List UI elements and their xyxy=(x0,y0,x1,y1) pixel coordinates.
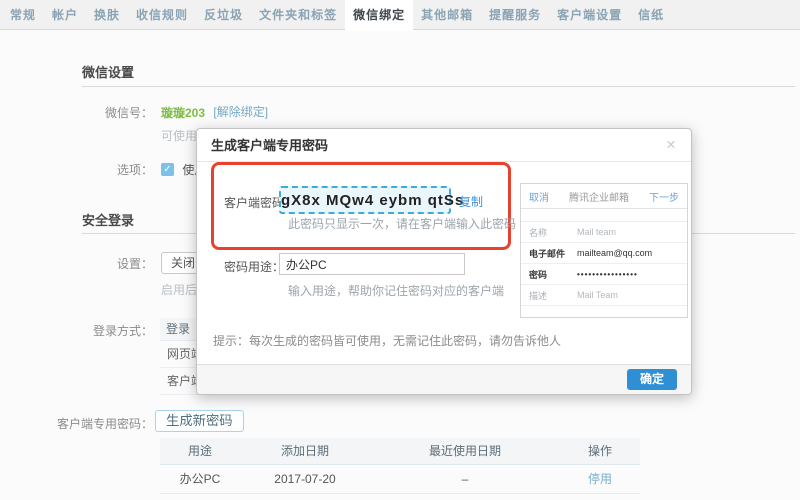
col-action: 操作 xyxy=(560,438,640,464)
tab-stationery[interactable]: 信纸 xyxy=(630,0,672,31)
tab-other-mailbox[interactable]: 其他邮箱 xyxy=(413,0,481,31)
options-label: 选项： xyxy=(0,161,153,178)
generate-password-button[interactable]: 生成新密码 xyxy=(155,410,244,432)
cell-purpose: 办公PC xyxy=(160,464,240,493)
close-icon[interactable]: × xyxy=(662,136,680,154)
tab-antispam[interactable]: 反垃圾 xyxy=(196,0,251,31)
dialog-footer: 确定 xyxy=(197,364,691,394)
preview-row-name: 名称 Mail team xyxy=(521,222,687,243)
preview-row-password: 密码 •••••••••••••••• xyxy=(521,264,687,285)
preview-spacer xyxy=(521,209,687,222)
checkbox-checked-icon[interactable] xyxy=(161,163,174,176)
table-row: 办公PC 2017-07-20 – 停用 xyxy=(160,464,640,493)
settings-tabbar: 常规 帐户 换肤 收信规则 反垃圾 文件夹和标签 微信绑定 其他邮箱 提醒服务 … xyxy=(0,0,800,30)
tab-reminder[interactable]: 提醒服务 xyxy=(481,0,549,31)
wechat-account-name: 璇璇203 xyxy=(161,106,205,120)
generate-password-dialog: 生成客户端专用密码 × 客户端密码： gX8x MQw4 eybm qtSs 复… xyxy=(196,128,692,395)
wechat-account-row: 微信号： 璇璇203 [解除绑定] xyxy=(0,103,800,121)
generated-password-value[interactable]: gX8x MQw4 eybm qtSs xyxy=(279,186,451,214)
setting-label: 设置： xyxy=(0,255,153,272)
preview-next-label: 下一步 xyxy=(649,189,679,204)
purpose-hint: 输入用途，帮助你记住密码对应的客户端 xyxy=(288,282,504,299)
security-section-title: 安全登录 xyxy=(82,210,134,229)
preview-row-email: 电子邮件 mailteam@qq.com xyxy=(521,243,687,264)
tab-general[interactable]: 常规 xyxy=(2,0,44,31)
table-header-row: 用途 添加日期 最近使用日期 操作 xyxy=(160,438,640,464)
purpose-field-label: 密码用途： xyxy=(224,258,284,275)
tab-folders-labels[interactable]: 文件夹和标签 xyxy=(251,0,345,31)
mail-client-preview: 取消 腾讯企业邮箱 下一步 名称 Mail team 电子邮件 mailteam… xyxy=(520,183,688,318)
cell-added: 2017-07-20 xyxy=(240,464,370,493)
preview-title: 腾讯企业邮箱 xyxy=(569,189,629,204)
client-password-label: 客户端专用密码： xyxy=(0,415,153,432)
preview-row-description: 描述 Mail Team xyxy=(521,285,687,306)
preview-password-label: 密码 xyxy=(529,268,577,281)
preview-cancel-label: 取消 xyxy=(529,189,549,204)
disable-password-link[interactable]: 停用 xyxy=(588,472,612,486)
col-purpose: 用途 xyxy=(160,438,240,464)
preview-name-value: Mail team xyxy=(577,227,616,237)
copy-link[interactable]: 复制 xyxy=(459,193,483,210)
tab-client-settings[interactable]: 客户端设置 xyxy=(549,0,630,31)
dialog-tip: 提示：每次生成的密码皆可使用，无需记住此密码，请勿告诉他人 xyxy=(213,332,561,349)
login-method-label: 登录方式： xyxy=(0,322,153,339)
preview-password-value: •••••••••••••••• xyxy=(577,270,638,279)
preview-email-value: mailteam@qq.com xyxy=(577,248,652,258)
section-divider xyxy=(82,86,795,87)
wechat-account-label: 微信号： xyxy=(0,104,153,121)
purpose-input[interactable] xyxy=(279,253,465,275)
preview-header: 取消 腾讯企业邮箱 下一步 xyxy=(521,184,687,209)
client-password-row: 客户端专用密码： xyxy=(0,415,800,432)
tab-mail-rules[interactable]: 收信规则 xyxy=(128,0,196,31)
col-added: 添加日期 xyxy=(240,438,370,464)
password-hint: 此密码只显示一次，请在客户端输入此密码 xyxy=(288,215,516,232)
cell-last-used: – xyxy=(370,464,560,493)
tab-account[interactable]: 帐户 xyxy=(44,0,86,31)
preview-name-label: 名称 xyxy=(529,226,577,239)
client-password-table: 用途 添加日期 最近使用日期 操作 办公PC 2017-07-20 – 停用 xyxy=(160,438,640,494)
wechat-section-title: 微信设置 xyxy=(82,62,134,81)
unbind-link[interactable]: [解除绑定] xyxy=(213,105,268,119)
confirm-button[interactable]: 确定 xyxy=(627,369,677,390)
tab-skin[interactable]: 换肤 xyxy=(86,0,128,31)
col-last-used: 最近使用日期 xyxy=(370,438,560,464)
dialog-title: 生成客户端专用密码 xyxy=(197,129,691,162)
tab-wechat-binding[interactable]: 微信绑定 xyxy=(345,0,413,31)
preview-description-label: 描述 xyxy=(529,289,577,302)
preview-description-value: Mail Team xyxy=(577,290,618,300)
preview-email-label: 电子邮件 xyxy=(529,247,577,260)
